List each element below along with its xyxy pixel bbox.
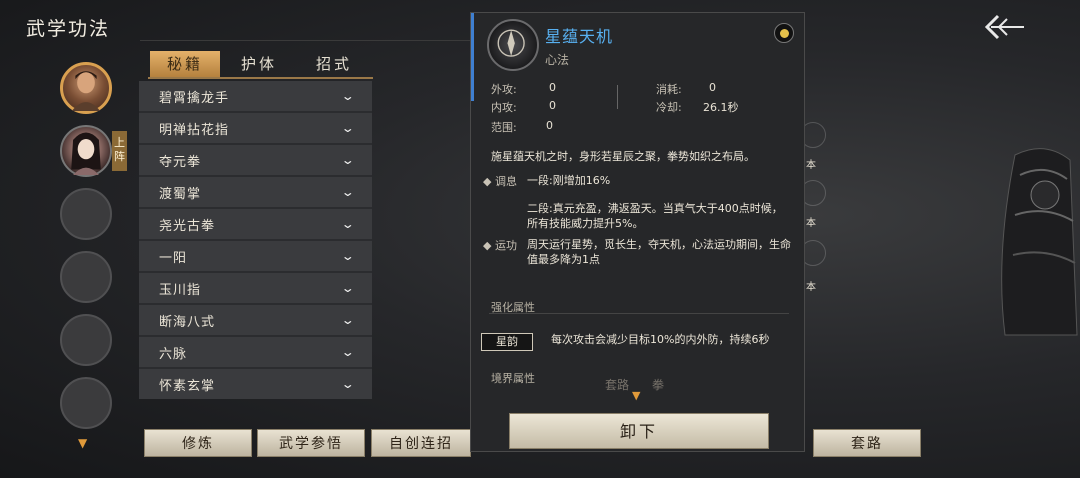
empty-avatar-slot[interactable] xyxy=(60,251,112,303)
skill-description: 施星蕴天机之时，身形若星辰之聚，拳势如织之布局。 xyxy=(491,150,755,163)
deploy-tag: 上阵 xyxy=(112,131,127,171)
tab-secret-books[interactable]: 秘籍 xyxy=(150,51,220,77)
enhance-text: 每次攻击会减少目标10%的内外防，持续6秒 xyxy=(551,333,770,346)
chevron-down-icon: ⌄ xyxy=(340,121,357,135)
unequip-button[interactable]: 卸下 xyxy=(509,413,769,449)
tune-label: ◆ 调息 xyxy=(483,175,517,188)
list-item[interactable]: 碧霄擒龙手 ⌄ xyxy=(139,81,372,111)
stat-divider xyxy=(617,85,618,109)
chevron-down-icon: ⌄ xyxy=(340,345,357,359)
cooldown-label: 冷却: xyxy=(656,101,682,114)
cost-label: 消耗: xyxy=(656,83,682,96)
list-item[interactable]: 夺元拳 ⌄ xyxy=(139,145,372,175)
list-item-label: 一阳 xyxy=(159,250,188,266)
decor-label: 本 xyxy=(806,160,816,171)
faded-routine-label: 套路 xyxy=(605,378,630,392)
fist-illustration-icon xyxy=(985,135,1080,350)
list-item[interactable]: 断海八式 ⌄ xyxy=(139,305,372,335)
character-avatar-female[interactable] xyxy=(60,125,112,177)
outer-attack-label: 外攻: xyxy=(491,83,517,96)
header-divider xyxy=(140,40,470,41)
skill-detail-panel: 星蕴天机 心法 外攻: 0 内攻: 0 范围: 0 消耗: 0 冷却: 26.1… xyxy=(470,12,805,452)
tab-underline xyxy=(148,77,373,79)
run-text: 周天运行星势，觅长生，夺天机，心法运功期间，生命值最多降为1点 xyxy=(527,238,791,266)
empty-avatar-slot[interactable] xyxy=(60,377,112,429)
tune-text-stage2: 二段:真元充盈，沸返盈天。当真气大于400点时候，所有技能威力提升5%。 xyxy=(527,202,783,230)
empty-avatar-slot[interactable] xyxy=(60,188,112,240)
list-item[interactable]: 尧光古拳 ⌄ xyxy=(139,209,372,239)
scroll-down-icon[interactable]: ▼ xyxy=(78,436,87,450)
section-divider xyxy=(489,313,789,314)
outer-attack-value: 0 xyxy=(549,81,556,94)
faded-fist-label: 拳 xyxy=(652,378,665,392)
list-item[interactable]: 六脉 ⌄ xyxy=(139,337,372,367)
train-button[interactable]: 修炼 xyxy=(144,429,252,457)
cooldown-value: 26.1秒 xyxy=(703,101,739,114)
list-item[interactable]: 明禅拈花指 ⌄ xyxy=(139,113,372,143)
inner-attack-label: 内攻: xyxy=(491,101,517,114)
run-label: ◆ 运功 xyxy=(483,239,517,252)
expand-down-icon[interactable]: ▼ xyxy=(632,389,640,402)
back-arrow-icon[interactable] xyxy=(982,12,1026,42)
list-item-label: 碧霄擒龙手 xyxy=(159,90,230,106)
skill-name: 星蕴天机 xyxy=(545,27,614,46)
chevron-down-icon: ⌄ xyxy=(340,377,357,391)
list-item-label: 尧光古拳 xyxy=(159,218,216,234)
tab-body-protection[interactable]: 护体 xyxy=(224,51,294,77)
character-avatar-male[interactable] xyxy=(60,62,112,114)
list-item-label: 夺元拳 xyxy=(159,154,202,170)
realm-section-label: 境界属性 xyxy=(491,372,535,385)
tab-moves[interactable]: 招式 xyxy=(299,51,369,77)
empty-avatar-slot[interactable] xyxy=(60,314,112,366)
list-item[interactable]: 一阳 ⌄ xyxy=(139,241,372,271)
decor-label: 本 xyxy=(806,218,816,229)
inner-attack-value: 0 xyxy=(549,99,556,112)
chevron-down-icon: ⌄ xyxy=(340,89,357,103)
list-item-label: 怀素玄掌 xyxy=(159,378,216,394)
cost-value: 0 xyxy=(709,81,716,94)
routine-button[interactable]: 套路 xyxy=(813,429,921,457)
range-value: 0 xyxy=(546,119,553,132)
star-rhyme-badge: 星韵 xyxy=(481,333,533,351)
list-item-label: 六脉 xyxy=(159,346,188,362)
coin-icon[interactable] xyxy=(774,23,794,43)
range-label: 范围: xyxy=(491,121,517,134)
page-title: 武学功法 xyxy=(26,18,111,40)
list-item[interactable]: 玉川指 ⌄ xyxy=(139,273,372,303)
chevron-down-icon: ⌄ xyxy=(340,313,357,327)
skill-emblem-icon xyxy=(487,19,539,71)
panel-accent xyxy=(471,13,474,101)
chevron-down-icon: ⌄ xyxy=(340,281,357,295)
list-item-label: 断海八式 xyxy=(159,314,216,330)
list-item-label: 玉川指 xyxy=(159,282,202,298)
insight-button[interactable]: 武学参悟 xyxy=(257,429,365,457)
chevron-down-icon: ⌄ xyxy=(340,185,357,199)
chevron-down-icon: ⌄ xyxy=(340,249,357,263)
decor-label: 本 xyxy=(806,282,816,293)
skill-list: 碧霄擒龙手 ⌄ 明禅拈花指 ⌄ 夺元拳 ⌄ 渡蜀掌 ⌄ 尧光古拳 ⌄ 一阳 ⌄ 玉川指 ⌄ 断… xyxy=(139,81,372,401)
list-item[interactable]: 渡蜀掌 ⌄ xyxy=(139,177,372,207)
chevron-down-icon: ⌄ xyxy=(340,217,357,231)
combo-button[interactable]: 自创连招 xyxy=(371,429,471,457)
skill-type: 心法 xyxy=(545,53,570,67)
list-item[interactable]: 怀素玄掌 ⌄ xyxy=(139,369,372,399)
tune-text-stage1: 一段:刚增加16% xyxy=(527,174,611,187)
list-item-label: 明禅拈花指 xyxy=(159,122,230,138)
list-item-label: 渡蜀掌 xyxy=(159,186,202,202)
chevron-down-icon: ⌄ xyxy=(340,153,357,167)
